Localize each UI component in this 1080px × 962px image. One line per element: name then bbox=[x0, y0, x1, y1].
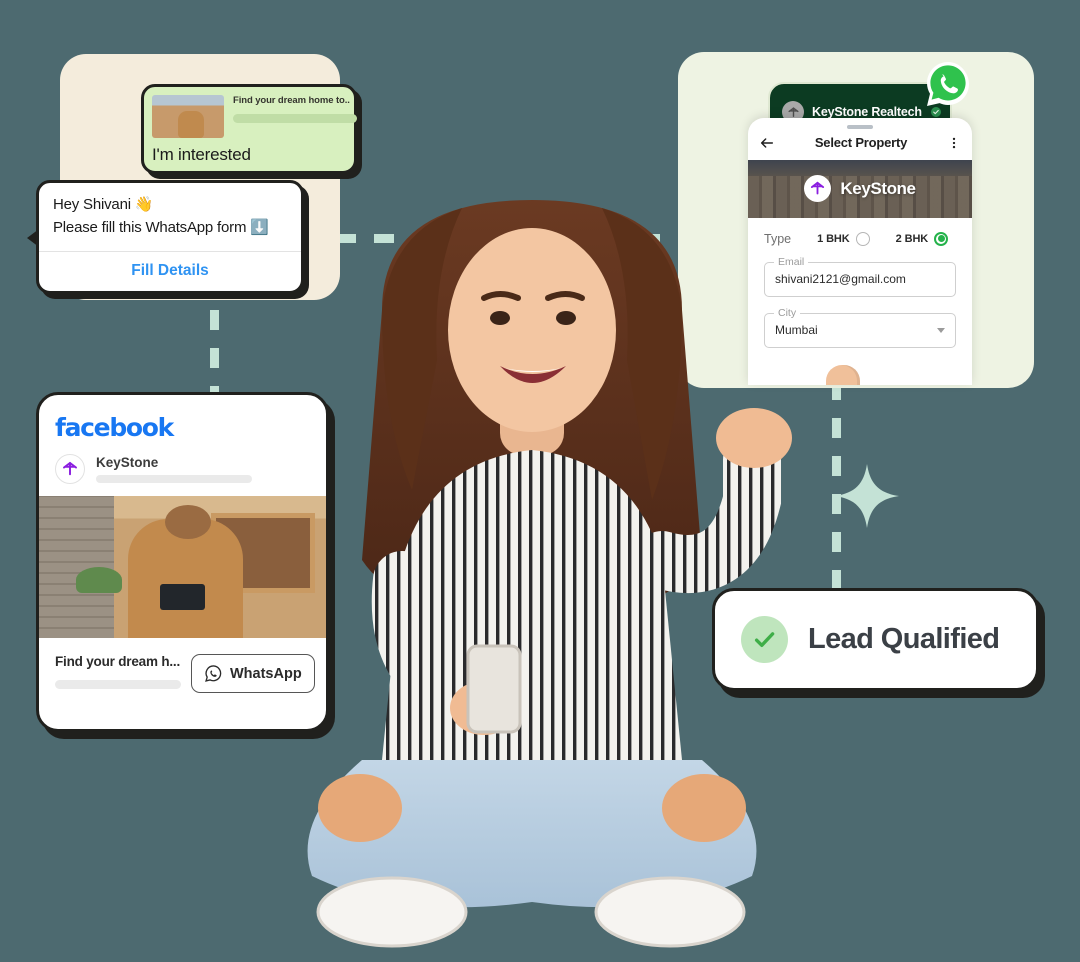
page-subtext-placeholder bbox=[96, 475, 252, 483]
radio-label-2bhk: 2 BHK bbox=[895, 232, 929, 245]
illustration-stage: Find your dream home to.. I'm interested… bbox=[0, 0, 1080, 962]
facebook-page-row: KeyStone bbox=[39, 442, 326, 496]
city-select[interactable]: City Mumbai bbox=[764, 306, 956, 348]
bubble-tail-icon bbox=[27, 229, 39, 247]
radio-selected-icon[interactable] bbox=[934, 231, 949, 246]
keystone-logo-icon bbox=[55, 454, 85, 484]
lead-qualified-label: Lead Qualified bbox=[808, 623, 1000, 655]
whatsapp-cta-button[interactable]: WhatsApp bbox=[191, 654, 315, 693]
facebook-ad-footer: Find your dream h... WhatsApp bbox=[39, 638, 326, 693]
radio-label-1bhk: 1 BHK bbox=[817, 232, 850, 245]
city-field-legend: City bbox=[774, 306, 801, 319]
chevron-down-icon[interactable] bbox=[937, 328, 945, 333]
property-type-field: Type 1 BHK 2 BHK bbox=[748, 218, 972, 246]
facebook-logo: facebook bbox=[55, 413, 174, 442]
ad-subtext-placeholder bbox=[233, 113, 357, 123]
sparkle-star-icon bbox=[835, 464, 899, 528]
type-label: Type bbox=[764, 231, 792, 246]
ad-preview: Find your dream home to.. bbox=[152, 95, 357, 138]
lead-qualified-badge: Lead Qualified bbox=[712, 588, 1039, 691]
cityscape-photo: KeyStone bbox=[748, 159, 972, 218]
whatsapp-logo-icon bbox=[927, 62, 969, 106]
radio-option-1bhk[interactable]: 1 BHK bbox=[817, 231, 870, 246]
email-field-value: shivani2121@gmail.com bbox=[775, 272, 906, 286]
sheet-title-bar: Select Property bbox=[748, 129, 972, 160]
select-property-sheet: Select Property KeyStone Type 1 BHK 2 BH… bbox=[748, 118, 972, 385]
contact-name: KeyStone Realtech bbox=[812, 105, 922, 119]
facebook-page-name: KeyStone bbox=[96, 455, 159, 470]
whatsapp-icon bbox=[205, 665, 222, 682]
outgoing-message-bubble: Find your dream home to.. I'm interested bbox=[141, 84, 357, 174]
man-with-phone-photo bbox=[39, 496, 326, 638]
more-vertical-icon[interactable] bbox=[947, 135, 961, 151]
incoming-message-line-1: Hey Shivani 👋 bbox=[53, 196, 154, 213]
fill-details-button[interactable]: Fill Details bbox=[39, 252, 301, 291]
finger-tap-icon bbox=[826, 365, 860, 385]
city-field-value: Mumbai bbox=[775, 323, 818, 337]
email-field-legend: Email bbox=[774, 255, 809, 268]
incoming-message-card: Hey Shivani 👋 Please fill this WhatsApp … bbox=[27, 180, 304, 294]
banner-brand-name: KeyStone bbox=[840, 178, 916, 198]
radio-option-2bhk[interactable]: 2 BHK bbox=[895, 231, 949, 246]
facebook-ad-headline: Find your dream h... bbox=[55, 654, 181, 669]
ad-footer-placeholder bbox=[55, 680, 181, 689]
incoming-message-line-2: Please fill this WhatsApp form ⬇️ bbox=[53, 218, 269, 236]
whatsapp-cta-label: WhatsApp bbox=[230, 665, 302, 682]
facebook-ad-card: facebook KeyStone Find your dream h... W… bbox=[36, 392, 329, 732]
back-arrow-icon[interactable] bbox=[759, 135, 775, 151]
ad-thumbnail-image bbox=[152, 95, 224, 138]
ad-headline: Find your dream home to.. bbox=[233, 95, 350, 106]
radio-unselected-icon[interactable] bbox=[855, 231, 870, 246]
incoming-message-body: Hey Shivani 👋 Please fill this WhatsApp … bbox=[39, 183, 301, 251]
sheet-title: Select Property bbox=[814, 135, 908, 150]
outgoing-message-text: I'm interested bbox=[152, 145, 251, 164]
email-field[interactable]: Email shivani2121@gmail.com bbox=[764, 255, 956, 297]
check-circle-icon bbox=[741, 616, 788, 663]
